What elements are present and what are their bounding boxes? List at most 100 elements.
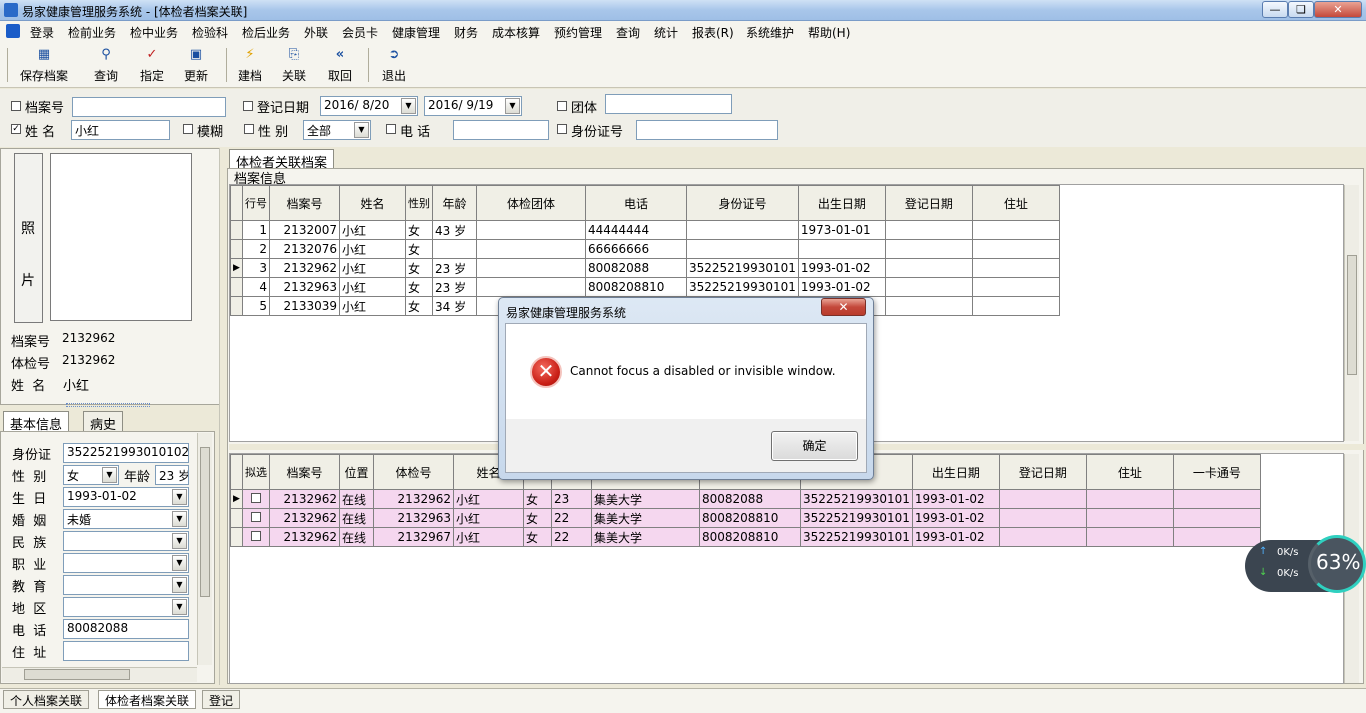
tab-registration[interactable]: 登记 <box>202 690 241 709</box>
network-monitor-widget[interactable]: ↑ 0K/s ↓ 0K/s 63% <box>1245 535 1366 593</box>
table-row[interactable]: ▶ 3 2132962 小红女 23 岁 80082088 35225219930101 1… <box>230 258 1060 278</box>
menu-health-mgmt[interactable]: 健康管理 <box>392 24 440 41</box>
vertical-splitter[interactable] <box>219 148 226 685</box>
menu-member-card[interactable]: 会员卡 <box>342 24 378 41</box>
col-header[interactable]: 一卡通号 <box>1172 454 1261 490</box>
link-button[interactable]: ⎘ 关联 <box>276 45 312 87</box>
tab-medical-history[interactable]: 病史 <box>83 411 124 433</box>
col-header[interactable]: 体检团体 <box>476 185 586 221</box>
group-input[interactable] <box>605 94 732 114</box>
table-row[interactable]: ▶ 2132962 在线 2132962 小红女 23 集美大学 80082088 35225… <box>230 489 1261 509</box>
menu-reports[interactable]: 报表(R) <box>692 24 734 41</box>
menu-help[interactable]: 帮助(H) <box>808 24 850 41</box>
maximize-button[interactable]: ❏ <box>1288 1 1314 18</box>
menu-finance[interactable]: 财务 <box>454 24 478 41</box>
col-header[interactable]: 档案号 <box>269 185 340 221</box>
id-input[interactable] <box>636 120 778 140</box>
gender-select[interactable]: 女 ▼ <box>63 465 119 485</box>
menu-stats[interactable]: 统计 <box>654 24 678 41</box>
table-row[interactable]: 4 2132963 小红女 23 岁 8008208810 35225219930101 1… <box>230 277 1060 297</box>
col-header[interactable]: 住址 <box>1085 454 1174 490</box>
col-header[interactable]: 体检号 <box>373 454 454 490</box>
table-row[interactable]: 2132962 在线 2132963 小红女 22 集美大学 8008208810 35225… <box>230 508 1261 528</box>
select-checkbox[interactable] <box>251 493 261 503</box>
address-field[interactable] <box>63 641 189 661</box>
minimize-button[interactable]: — <box>1262 1 1288 18</box>
menu-post-exam[interactable]: 检后业务 <box>242 24 290 41</box>
phone-input[interactable] <box>453 120 549 140</box>
col-header[interactable]: 行号 <box>242 185 270 221</box>
age-field[interactable]: 23 岁 <box>155 465 189 485</box>
chevron-down-icon[interactable]: ▼ <box>354 122 369 138</box>
select-checkbox[interactable] <box>251 512 261 522</box>
col-header[interactable]: 姓名 <box>339 185 406 221</box>
chevron-down-icon[interactable]: ▼ <box>505 98 520 114</box>
top-grid-vertical-scrollbar[interactable] <box>1344 185 1359 441</box>
col-header[interactable]: 出生日期 <box>797 185 886 221</box>
phone-field[interactable]: 80082088 <box>63 619 189 639</box>
id-checkbox[interactable] <box>557 124 567 134</box>
col-header[interactable]: 登记日期 <box>884 185 973 221</box>
exit-button[interactable]: ➲ 退出 <box>376 45 412 87</box>
close-button[interactable]: ✕ <box>1314 1 1362 18</box>
col-header[interactable]: 身份证号 <box>686 185 799 221</box>
col-header[interactable]: 性别 <box>405 185 433 221</box>
update-button[interactable]: ▣ 更新 <box>178 45 214 87</box>
photo-button[interactable]: 照 片 <box>14 153 43 323</box>
tab-basic-info[interactable]: 基本信息 <box>3 411 70 433</box>
record-no-input[interactable] <box>72 97 226 117</box>
query-button[interactable]: ⚲ 查询 <box>88 45 124 87</box>
region-select[interactable]: ▼ <box>63 597 189 617</box>
tab-linked-records[interactable]: 体检者关联档案 <box>229 149 335 171</box>
menu-query[interactable]: 查询 <box>616 24 640 41</box>
chevron-down-icon[interactable]: ▼ <box>401 98 416 114</box>
occupation-select[interactable]: ▼ <box>63 553 189 573</box>
chevron-down-icon[interactable]: ▼ <box>172 577 187 593</box>
col-header[interactable]: 档案号 <box>269 454 340 490</box>
create-record-button[interactable]: ⚡ 建档 <box>232 45 268 87</box>
scroll-thumb[interactable] <box>1347 255 1357 375</box>
menu-pre-exam[interactable]: 检前业务 <box>68 24 116 41</box>
tab-examinee-record-link[interactable]: 体检者档案关联 <box>98 690 197 709</box>
name-checkbox[interactable]: ✓ <box>11 124 21 134</box>
menu-cost[interactable]: 成本核算 <box>492 24 540 41</box>
select-checkbox[interactable] <box>251 531 261 541</box>
chevron-down-icon[interactable]: ▼ <box>172 533 187 549</box>
col-header[interactable]: 位置 <box>339 454 374 490</box>
col-header[interactable]: 出生日期 <box>911 454 1000 490</box>
chevron-down-icon[interactable]: ▼ <box>172 489 187 505</box>
left-vertical-scrollbar[interactable] <box>197 433 212 665</box>
gender-checkbox[interactable] <box>244 124 254 134</box>
id-field[interactable]: 352252199301010203 <box>63 443 189 463</box>
table-row[interactable]: 2 2132076 小红女 66666666 <box>230 239 1060 259</box>
menu-outreach[interactable]: 外联 <box>304 24 328 41</box>
menu-appointment[interactable]: 预约管理 <box>554 24 602 41</box>
chevron-down-icon[interactable]: ▼ <box>102 467 117 483</box>
scroll-thumb[interactable] <box>200 447 210 597</box>
dialog-close-button[interactable]: ✕ <box>821 298 866 316</box>
assign-button[interactable]: ✓ 指定 <box>134 45 170 87</box>
phone-checkbox[interactable] <box>386 124 396 134</box>
name-input[interactable]: 小红 <box>71 120 170 140</box>
col-header[interactable]: 住址 <box>971 185 1060 221</box>
chevron-down-icon[interactable]: ▼ <box>172 599 187 615</box>
date-to-picker[interactable]: 2016/ 9/19 ▼ <box>424 96 522 116</box>
col-header[interactable]: 年龄 <box>432 185 477 221</box>
tab-personal-record-link[interactable]: 个人档案关联 <box>3 690 90 709</box>
menu-maintenance[interactable]: 系统维护 <box>746 24 794 41</box>
table-row[interactable]: 2132962 在线 2132967 小红女 22 集美大学 8008208810 35225… <box>230 527 1261 547</box>
chevron-down-icon[interactable]: ▼ <box>172 511 187 527</box>
ok-button[interactable]: 确定 <box>771 431 858 461</box>
left-horizontal-scrollbar[interactable] <box>2 667 197 682</box>
scroll-thumb[interactable] <box>24 669 130 680</box>
system-icon[interactable] <box>6 24 20 38</box>
education-select[interactable]: ▼ <box>63 575 189 595</box>
gender-select[interactable]: 全部 ▼ <box>303 120 371 140</box>
retrieve-button[interactable]: « 取回 <box>322 45 358 87</box>
group-checkbox[interactable] <box>557 101 567 111</box>
menu-login[interactable]: 登录 <box>30 24 54 41</box>
marital-select[interactable]: 未婚 ▼ <box>63 509 189 529</box>
save-record-button[interactable]: ▦ 保存档案 <box>16 45 72 87</box>
chevron-down-icon[interactable]: ▼ <box>172 555 187 571</box>
splitter-handle[interactable] <box>66 403 150 407</box>
